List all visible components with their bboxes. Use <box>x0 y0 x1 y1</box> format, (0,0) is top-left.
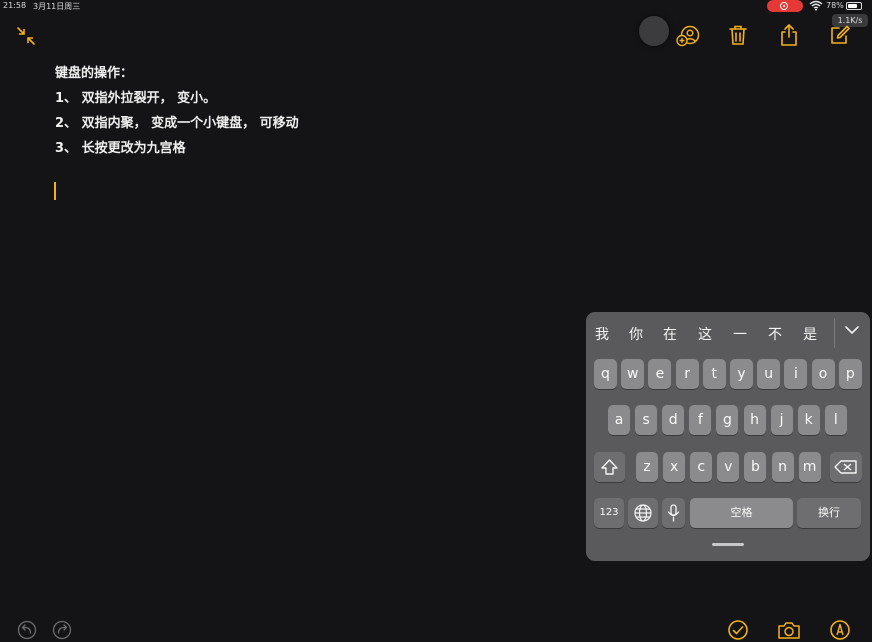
key-b[interactable]: b <box>744 452 767 482</box>
collapse-icon[interactable] <box>16 26 36 46</box>
key-q[interactable]: q <box>594 359 617 389</box>
record-icon <box>780 2 788 10</box>
candidate-word[interactable]: 一 <box>733 324 747 344</box>
markup-icon[interactable] <box>829 619 851 641</box>
status-bar: 21:58 3月11日周三 78% <box>0 0 872 12</box>
key-f[interactable]: f <box>689 405 712 435</box>
compose-icon[interactable] <box>829 24 851 46</box>
candidate-word[interactable]: 不 <box>768 324 782 344</box>
numbers-key[interactable]: 123 <box>594 498 624 528</box>
key-h[interactable]: h <box>743 405 766 435</box>
microphone-icon <box>667 504 680 522</box>
trash-icon[interactable] <box>728 24 748 46</box>
key-i[interactable]: i <box>784 359 808 389</box>
candidate-divider <box>834 318 835 348</box>
checklist-icon[interactable] <box>727 619 749 641</box>
key-t[interactable]: t <box>702 359 726 389</box>
key-x[interactable]: x <box>663 452 686 482</box>
key-a[interactable]: a <box>608 405 630 435</box>
battery-percent: 78% <box>826 1 844 10</box>
key-e[interactable]: e <box>648 359 672 389</box>
key-w[interactable]: w <box>621 359 645 389</box>
key-l[interactable]: l <box>824 405 847 435</box>
key-v[interactable]: v <box>717 452 740 482</box>
globe-key[interactable] <box>628 498 658 528</box>
key-m[interactable]: m <box>798 452 821 482</box>
note-body[interactable]: 键盘的操作： 1、 双指外拉裂开， 变小。 2、 双指内聚， 变成一个小键盘， … <box>55 64 299 164</box>
candidate-word[interactable]: 是 <box>803 324 817 344</box>
delete-key[interactable] <box>830 452 862 482</box>
note-line: 2、 双指内聚， 变成一个小键盘， 可移动 <box>55 116 299 131</box>
backspace-icon <box>834 460 857 474</box>
dictation-key[interactable] <box>662 498 685 528</box>
key-g[interactable]: g <box>716 405 739 435</box>
candidate-word[interactable]: 你 <box>629 324 643 344</box>
shift-icon <box>601 459 618 475</box>
key-k[interactable]: k <box>797 405 820 435</box>
battery-icon <box>846 2 862 10</box>
share-icon[interactable] <box>779 23 799 47</box>
key-c[interactable]: c <box>690 452 713 482</box>
add-person-icon[interactable] <box>676 25 700 47</box>
key-d[interactable]: d <box>662 405 685 435</box>
text-cursor <box>54 182 56 200</box>
note-line: 键盘的操作： <box>55 66 134 81</box>
chevron-down-icon[interactable] <box>844 322 860 338</box>
key-p[interactable]: p <box>838 359 862 389</box>
battery-fill <box>848 4 857 8</box>
note-line: 3、 长按更改为九宫格 <box>55 141 186 156</box>
camera-icon[interactable] <box>777 620 801 640</box>
shift-key[interactable] <box>594 452 625 482</box>
candidate-bar: 我 你 在 这 一 不 是 <box>586 312 870 352</box>
key-z[interactable]: z <box>636 452 658 482</box>
wifi-icon <box>809 0 823 11</box>
candidate-word[interactable]: 这 <box>698 324 712 344</box>
redo-icon[interactable] <box>52 620 72 640</box>
space-key[interactable]: 空格 <box>690 498 793 528</box>
keyboard-drag-handle[interactable] <box>712 543 744 546</box>
key-o[interactable]: o <box>811 359 835 389</box>
return-key[interactable]: 换行 <box>797 498 861 528</box>
key-s[interactable]: s <box>635 405 658 435</box>
status-time: 21:58 <box>3 1 27 10</box>
key-u[interactable]: u <box>757 359 781 389</box>
candidate-word[interactable]: 我 <box>595 324 609 344</box>
key-r[interactable]: r <box>675 359 699 389</box>
key-y[interactable]: y <box>730 359 753 389</box>
key-n[interactable]: n <box>771 452 794 482</box>
undo-icon[interactable] <box>17 620 37 640</box>
candidate-word[interactable]: 在 <box>663 324 677 344</box>
floating-keyboard[interactable]: 我 你 在 这 一 不 是 qwertyuiop asdfghjkl zxcvb… <box>586 312 870 561</box>
globe-icon <box>634 504 652 522</box>
status-date: 3月11日周三 <box>33 2 81 11</box>
floating-assistive-button[interactable] <box>639 16 669 46</box>
key-j[interactable]: j <box>770 405 793 435</box>
note-line: 1、 双指外拉裂开， 变小。 <box>55 91 217 106</box>
screen-recording-indicator[interactable] <box>767 0 803 12</box>
